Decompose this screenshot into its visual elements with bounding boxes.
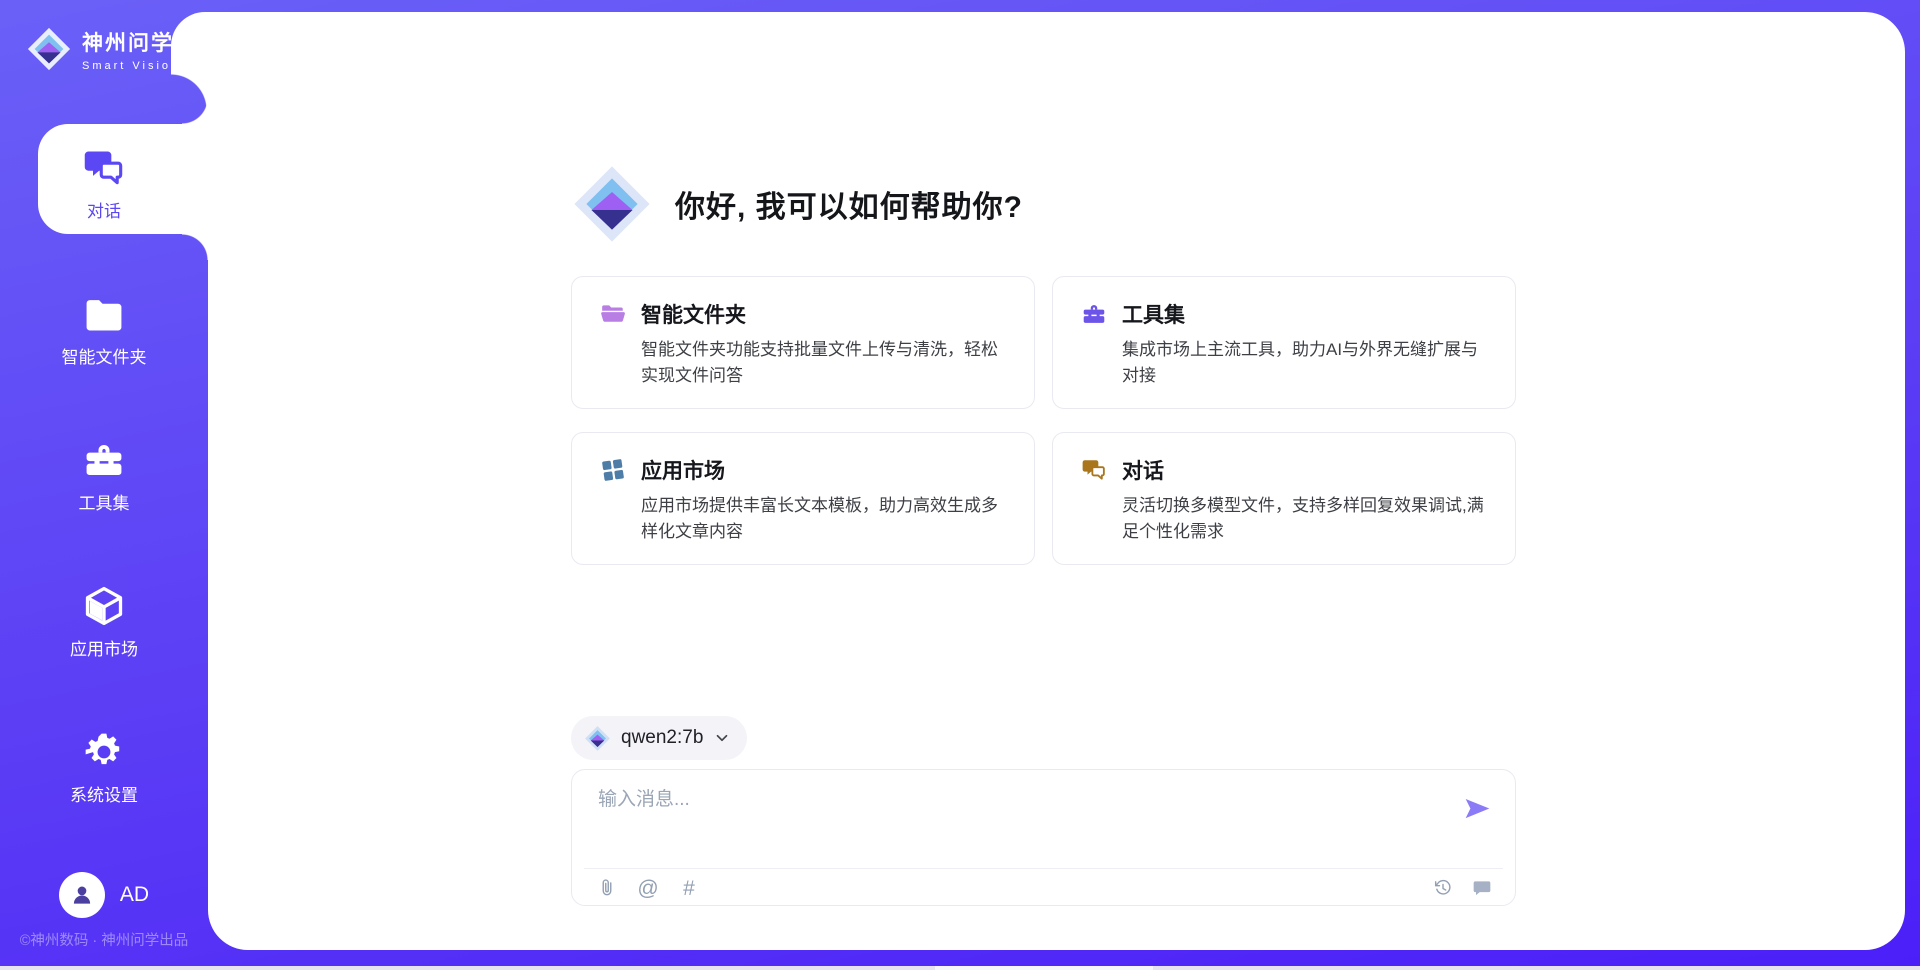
composer-divider <box>584 868 1503 869</box>
sidebar-item-label: 应用市场 <box>70 635 138 660</box>
send-icon <box>1464 795 1491 822</box>
card-chat[interactable]: 对话 灵活切换多模型文件，支持多样回复效果调试,满足个性化需求 <box>1052 432 1516 565</box>
sidebar-item-label: 工具集 <box>79 489 130 514</box>
send-button[interactable] <box>1464 795 1491 822</box>
card-toolset[interactable]: 工具集 集成市场上主流工具，助力AI与外界无缝扩展与对接 <box>1052 276 1516 409</box>
diamond-logo-icon <box>571 163 653 245</box>
main-content: 你好, 我可以如何帮助你? 智能文件夹 智能文件夹功能支持批量文件上传与清洗，轻… <box>208 12 1905 950</box>
composer-tools-left: @ # <box>596 877 700 899</box>
card-description: 集成市场上主流工具，助力AI与外界无缝扩展与对接 <box>1122 337 1487 388</box>
composer-toolbar: @ # <box>596 876 1493 900</box>
card-header: 对话 <box>1081 455 1487 485</box>
user-chip[interactable]: AD <box>0 872 208 918</box>
model-name: qwen2:7b <box>621 727 703 749</box>
hashtag-button[interactable]: # <box>678 877 700 899</box>
app-tagline: Smart Vision <box>82 60 180 72</box>
app-logo: 神州问学 Smart Vision <box>26 26 180 72</box>
app-logo-text: 神州问学 Smart Vision <box>82 27 180 72</box>
sidebar-footer: ©神州数码 · 神州问学出品 <box>0 929 208 950</box>
chevron-down-icon <box>713 729 731 747</box>
card-description: 智能文件夹功能支持批量文件上传与清洗，轻松实现文件问答 <box>641 337 1006 388</box>
toolbox-icon <box>82 438 126 482</box>
diamond-logo-icon <box>584 725 611 752</box>
sidebar-item-chat[interactable]: 对话 <box>0 146 208 222</box>
card-title: 对话 <box>1122 455 1164 485</box>
toolbox-icon <box>1081 301 1107 327</box>
composer-tools-right <box>1432 877 1493 899</box>
avatar <box>59 872 105 918</box>
card-title: 智能文件夹 <box>641 299 746 329</box>
message-composer: @ # <box>571 769 1516 906</box>
history-button[interactable] <box>1432 877 1454 899</box>
card-header: 工具集 <box>1081 299 1487 329</box>
chat-bubble-icon <box>1472 878 1492 898</box>
greeting-text: 你好, 我可以如何帮助你? <box>675 182 1023 226</box>
card-title: 工具集 <box>1122 299 1185 329</box>
at-icon: @ <box>637 878 658 899</box>
card-header: 应用市场 <box>600 455 1006 485</box>
diamond-logo-icon <box>26 26 72 72</box>
user-name: AD <box>120 883 149 907</box>
sidebar-item-settings[interactable]: 系统设置 <box>0 730 208 806</box>
center-column: 你好, 我可以如何帮助你? 智能文件夹 智能文件夹功能支持批量文件上传与清洗，轻… <box>571 12 1516 950</box>
sidebar: 神州问学 Smart Vision 对话 智能文件夹 <box>0 0 208 970</box>
sidebar-item-toolset[interactable]: 工具集 <box>0 438 208 514</box>
sidebar-item-label: 智能文件夹 <box>62 343 147 368</box>
card-header: 智能文件夹 <box>600 299 1006 329</box>
card-description: 灵活切换多模型文件，支持多样回复效果调试,满足个性化需求 <box>1122 493 1487 544</box>
folder-open-icon <box>600 301 626 327</box>
folder-icon <box>82 292 126 336</box>
person-icon <box>69 882 95 908</box>
app-title: 神州问学 <box>82 27 180 57</box>
sidebar-item-app-market[interactable]: 应用市场 <box>0 584 208 660</box>
card-title: 应用市场 <box>641 455 725 485</box>
mention-button[interactable]: @ <box>637 877 659 899</box>
feature-cards: 智能文件夹 智能文件夹功能支持批量文件上传与清洗，轻松实现文件问答 工具 <box>571 276 1516 565</box>
apps-grid-icon <box>600 457 626 483</box>
sidebar-item-smart-folder[interactable]: 智能文件夹 <box>0 292 208 368</box>
card-smart-folder[interactable]: 智能文件夹 智能文件夹功能支持批量文件上传与清洗，轻松实现文件问答 <box>571 276 1035 409</box>
message-input[interactable] <box>598 784 1448 858</box>
model-selector[interactable]: qwen2:7b <box>571 716 747 760</box>
history-clock-icon <box>1433 878 1453 898</box>
greeting-block: 你好, 我可以如何帮助你? <box>571 163 1023 245</box>
horizontal-scrollbar[interactable] <box>0 966 1920 970</box>
app-window: 神州问学 Smart Vision 对话 智能文件夹 <box>0 0 1920 970</box>
paperclip-icon <box>597 878 617 898</box>
cube-icon <box>82 584 126 628</box>
gear-icon <box>82 730 126 774</box>
scrollbar-thumb[interactable] <box>935 966 1153 970</box>
chat-bubbles-icon <box>82 146 126 190</box>
sidebar-item-label: 对话 <box>87 197 121 222</box>
chat-feedback-button[interactable] <box>1471 877 1493 899</box>
attachment-button[interactable] <box>596 877 618 899</box>
hashtag-icon: # <box>683 878 695 899</box>
card-description: 应用市场提供丰富长文本模板，助力高效生成多样化文章内容 <box>641 493 1006 544</box>
card-app-market[interactable]: 应用市场 应用市场提供丰富长文本模板，助力高效生成多样化文章内容 <box>571 432 1035 565</box>
sidebar-item-label: 系统设置 <box>70 781 138 806</box>
chat-bubbles-icon <box>1081 457 1107 483</box>
